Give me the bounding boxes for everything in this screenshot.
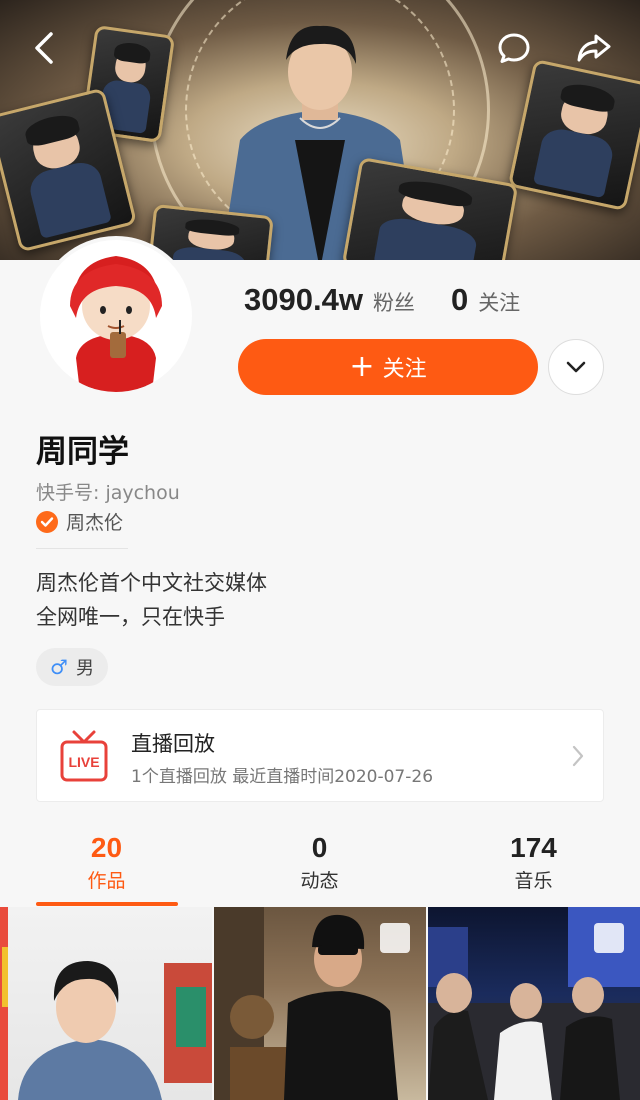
fans-count[interactable]: 3090.4w xyxy=(244,282,363,318)
kuaishou-id[interactable]: 快手号: jaychou xyxy=(36,478,180,505)
live-icon-text: LIVE xyxy=(68,754,99,770)
bio-line: 全网唯一，只在快手 xyxy=(36,605,225,629)
bio-line: 周杰伦首个中文社交媒体 xyxy=(36,571,267,595)
tab-label: 作品 xyxy=(87,870,126,892)
gender-tag: ♂ 男 xyxy=(36,648,108,686)
chevron-down-icon xyxy=(566,361,586,373)
share-icon xyxy=(577,34,611,62)
tab-music[interactable]: 174 音乐 xyxy=(427,832,640,893)
multi-image-icon xyxy=(594,923,624,953)
tab-label: 动态 xyxy=(300,870,339,892)
banner-card xyxy=(341,156,519,260)
thumbnail-image xyxy=(0,907,212,1100)
profile-tabs: 20 作品 0 动态 174 音乐 xyxy=(0,832,640,907)
live-tv-icon: LIVE xyxy=(60,730,108,782)
tab-moments[interactable]: 0 动态 xyxy=(213,832,426,893)
tab-works[interactable]: 20 作品 xyxy=(0,832,213,893)
follow-button[interactable]: + 关注 xyxy=(238,339,538,395)
following-label[interactable]: 关注 xyxy=(478,287,520,317)
follow-button-label: 关注 xyxy=(382,357,427,382)
following-count[interactable]: 0 xyxy=(451,282,468,318)
tab-count: 174 xyxy=(510,832,557,863)
live-replay-title: 直播回放 xyxy=(131,732,215,756)
live-replay-card[interactable]: LIVE 直播回放 1个直播回放 最近直播时间2020-07-26 xyxy=(36,709,604,802)
tab-count: 20 xyxy=(90,832,123,863)
back-button[interactable] xyxy=(24,28,64,68)
gender-label: 男 xyxy=(75,658,94,679)
works-grid xyxy=(0,907,640,1100)
banner-card xyxy=(507,58,640,212)
male-icon: ♂ xyxy=(50,655,68,679)
fans-label[interactable]: 粉丝 xyxy=(373,287,415,317)
work-thumbnail[interactable] xyxy=(428,907,640,1100)
profile-name: 周同学 xyxy=(36,434,129,470)
more-options-button[interactable] xyxy=(548,339,604,395)
profile-banner xyxy=(0,0,640,260)
comment-button[interactable] xyxy=(494,28,534,68)
active-tab-indicator xyxy=(36,902,178,906)
work-thumbnail[interactable] xyxy=(0,907,212,1100)
verified-badge: 周杰伦 xyxy=(36,508,123,535)
tab-count: 0 xyxy=(311,832,328,863)
chevron-right-icon xyxy=(572,745,584,767)
share-button[interactable] xyxy=(574,28,614,68)
avatar-cartoon-image xyxy=(70,256,162,392)
avatar[interactable] xyxy=(36,236,196,396)
multi-image-icon xyxy=(380,923,410,953)
work-thumbnail[interactable] xyxy=(214,907,426,1100)
comment-icon xyxy=(498,33,530,63)
divider xyxy=(36,548,128,549)
tab-label: 音乐 xyxy=(514,870,553,892)
live-replay-subtitle: 1个直播回放 最近直播时间2020-07-26 xyxy=(131,767,434,787)
verified-check-icon xyxy=(36,510,58,533)
profile-stats: 3090.4w 粉丝 0 关注 xyxy=(244,282,520,318)
verified-name: 周杰伦 xyxy=(66,512,124,534)
profile-bio: 周杰伦首个中文社交媒体 全网唯一，只在快手 xyxy=(36,566,267,634)
plus-icon: + xyxy=(349,349,375,384)
back-arrow-icon xyxy=(35,32,53,64)
